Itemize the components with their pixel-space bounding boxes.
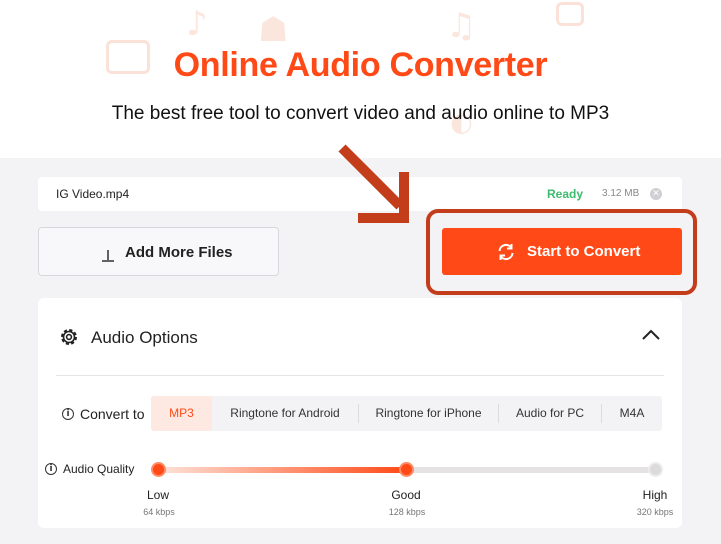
- format-tab-ringtone-android[interactable]: Ringtone for Android: [212, 396, 358, 431]
- refresh-icon: [498, 243, 514, 261]
- quality-level-high: High: [642, 488, 668, 502]
- format-tab-audio-pc[interactable]: Audio for PC: [499, 396, 601, 431]
- quality-level-low: Low: [146, 488, 169, 502]
- quality-knob-low[interactable]: [151, 462, 166, 477]
- quality-knob-high[interactable]: [648, 462, 663, 477]
- decor-android-icon: ☗: [258, 10, 289, 50]
- convert-to-label: Convert to: [80, 406, 145, 422]
- file-size: 3.12 MB: [602, 188, 640, 199]
- audio-options-title: Audio Options: [91, 328, 198, 347]
- format-tab-mp3[interactable]: MP3: [151, 396, 212, 431]
- decor-music-note-icon: ♫: [446, 6, 477, 46]
- page-title: Online Audio Converter: [173, 46, 548, 84]
- chevron-up-icon[interactable]: [641, 328, 661, 342]
- format-tab-ringtone-iphone[interactable]: Ringtone for iPhone: [359, 396, 498, 431]
- add-more-files-label: Add More Files: [125, 244, 233, 261]
- arrow-down-right-icon: [338, 144, 409, 223]
- quality-slider-fill: [158, 467, 406, 473]
- page-subtitle: The best free tool to convert video and …: [111, 103, 610, 124]
- close-icon[interactable]: ✕: [650, 188, 662, 200]
- format-tabs: MP3 Ringtone for Android Ringtone for iP…: [151, 396, 662, 431]
- upload-icon: [102, 250, 114, 262]
- gear-icon: [61, 329, 77, 345]
- quality-level-good: Good: [391, 488, 421, 502]
- info-icon: i: [62, 408, 74, 420]
- audio-quality-label: Audio Quality: [63, 462, 135, 476]
- decor-heart-icon: [556, 2, 584, 26]
- decor-music-note-icon: ♪: [186, 4, 208, 44]
- start-to-convert-button[interactable]: Start to Convert: [442, 228, 682, 275]
- file-name: IG Video.mp4: [56, 187, 130, 201]
- quality-knob-good[interactable]: [399, 462, 414, 477]
- file-status-badge: Ready: [547, 187, 584, 201]
- start-to-convert-label: Start to Convert: [527, 243, 641, 260]
- divider: [56, 375, 664, 376]
- info-icon: i: [45, 463, 57, 475]
- hero-banner: ♪ ☗ ♫ ◐ Online Audio Converter The best …: [0, 0, 721, 158]
- add-more-files-button[interactable]: Add More Files: [38, 227, 279, 276]
- quality-bitrate-low: 64 kbps: [143, 507, 175, 517]
- quality-bitrate-high: 320 kbps: [636, 507, 674, 517]
- format-tab-m4a[interactable]: M4A: [602, 396, 662, 431]
- quality-bitrate-good: 128 kbps: [388, 507, 426, 517]
